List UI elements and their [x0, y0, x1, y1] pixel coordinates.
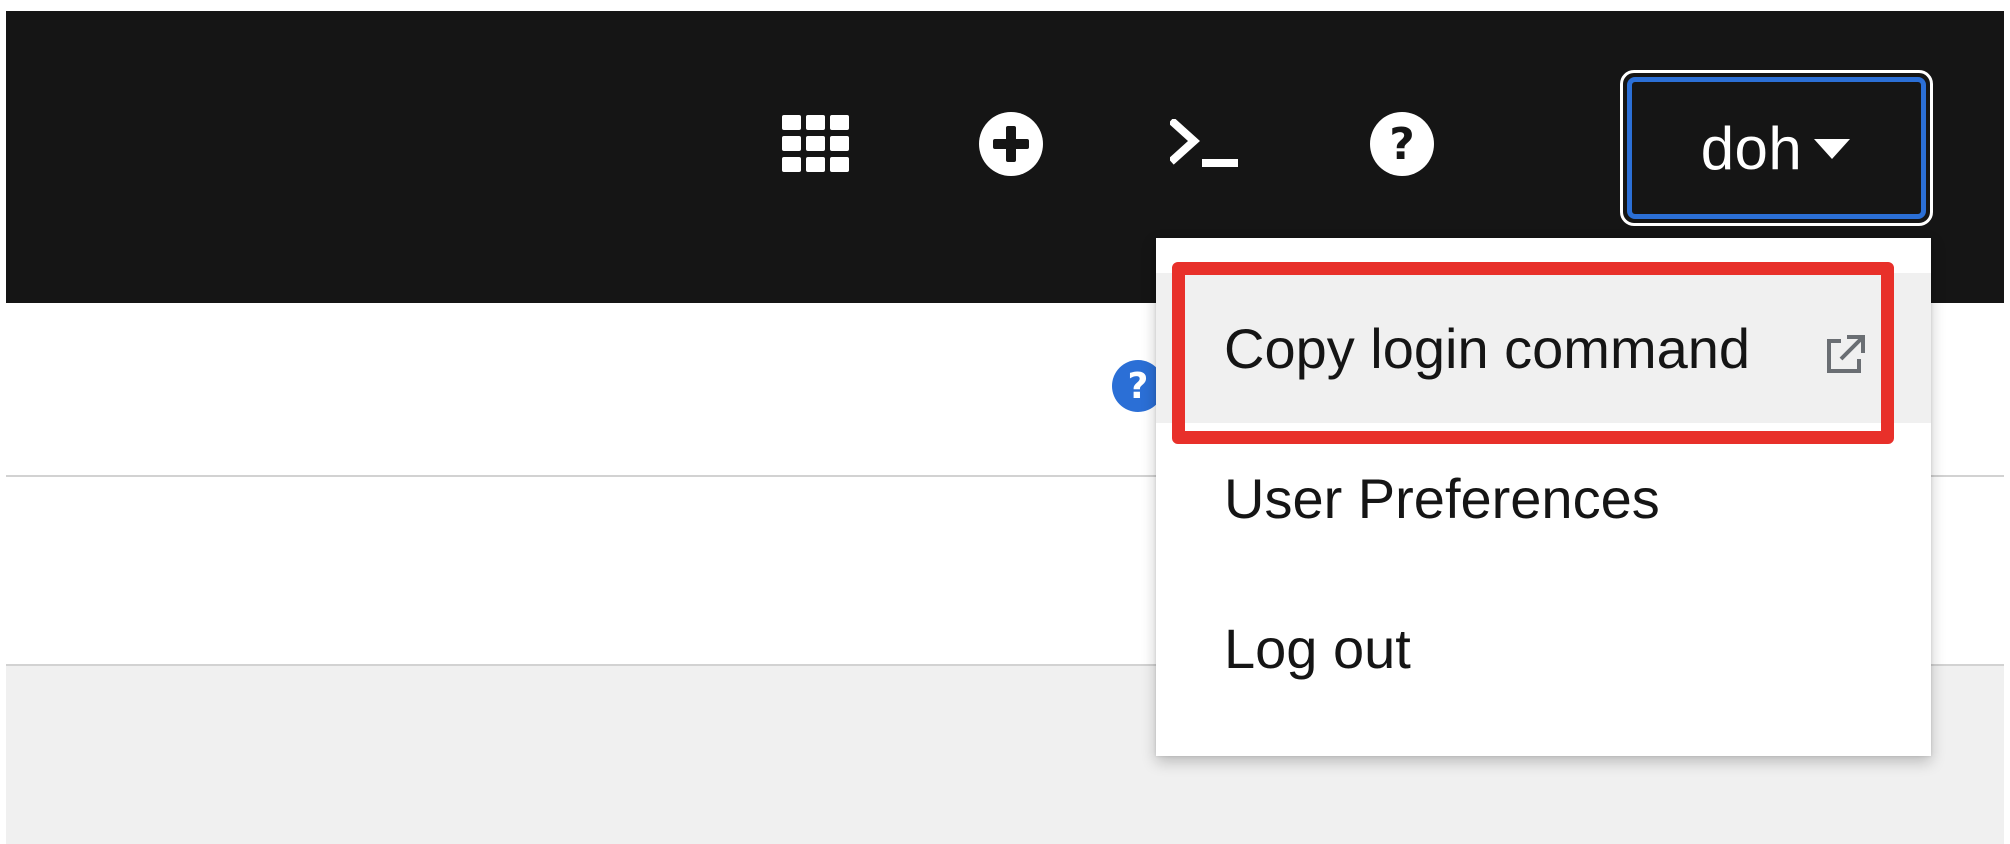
terminal-icon[interactable]: [1163, 101, 1249, 187]
user-dropdown-menu: Copy login command User Preferences Log …: [1156, 238, 1931, 756]
menu-item-user-preferences[interactable]: User Preferences: [1156, 423, 1931, 573]
menu-item-label: Copy login command: [1224, 316, 1751, 380]
top-edge: [0, 0, 2010, 11]
menu-item-label: Log out: [1224, 616, 1411, 680]
help-circle-icon[interactable]: ?: [1359, 101, 1445, 187]
svg-text:?: ?: [1128, 366, 1149, 407]
user-menu-toggle[interactable]: doh: [1620, 70, 1933, 226]
app-launcher-grid-icon[interactable]: [773, 101, 859, 187]
caret-down-icon: [1812, 137, 1852, 166]
svg-text:?: ?: [1389, 119, 1415, 170]
external-link-icon: [1823, 325, 1867, 390]
menu-item-copy-login-command[interactable]: Copy login command: [1156, 273, 1931, 423]
menu-item-label: User Preferences: [1224, 466, 1660, 530]
username-label: doh: [1700, 114, 1803, 182]
menu-item-log-out[interactable]: Log out: [1156, 573, 1931, 723]
plus-circle-icon[interactable]: [968, 101, 1054, 187]
